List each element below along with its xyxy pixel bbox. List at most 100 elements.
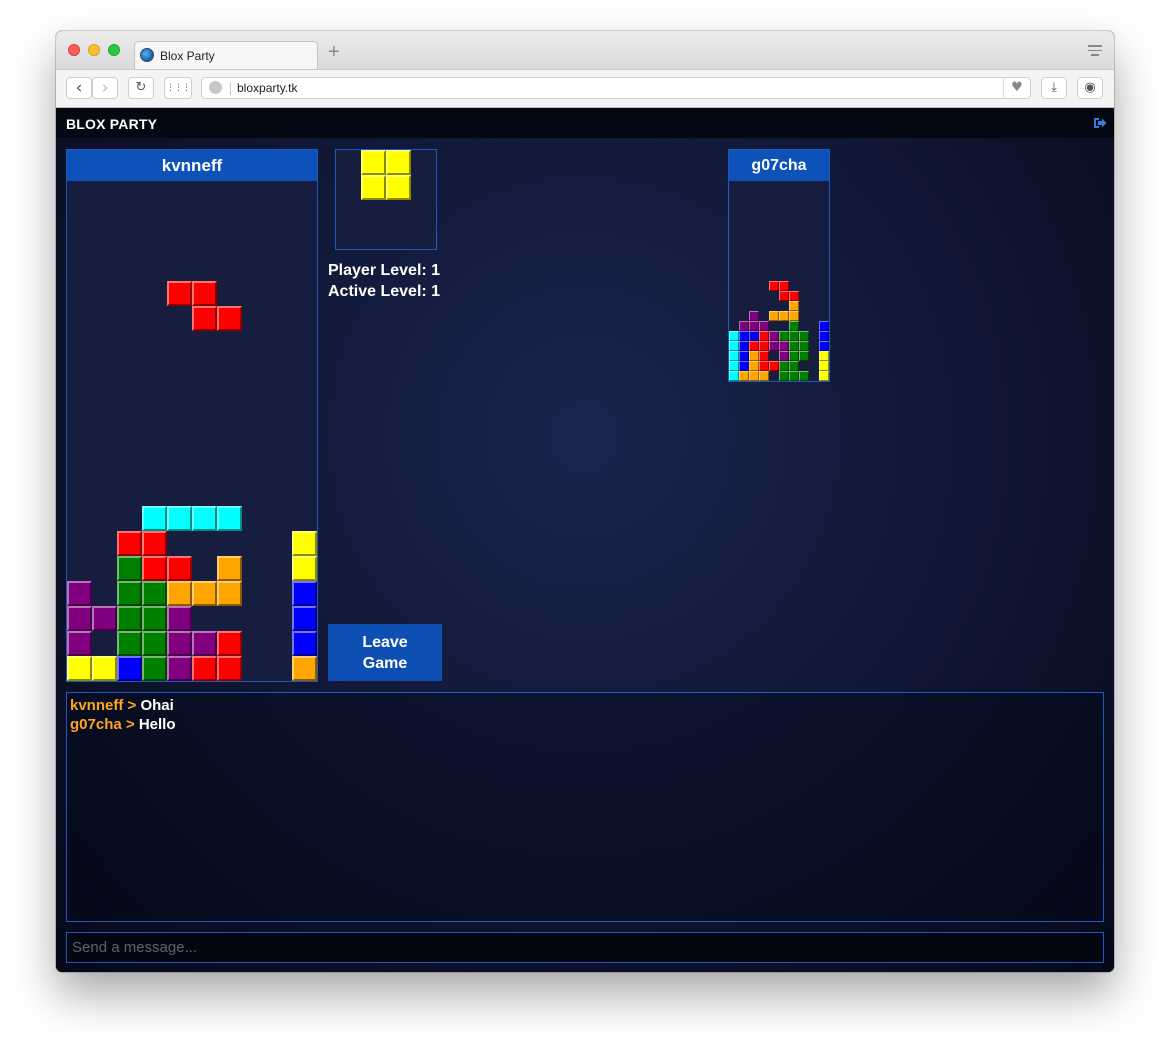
block-cell — [217, 631, 242, 656]
block-cell — [142, 506, 167, 531]
block-cell — [739, 341, 749, 351]
tab-blox-party[interactable]: Blox Party — [134, 41, 318, 70]
next-piece-preview — [335, 149, 437, 250]
block-cell — [217, 581, 242, 606]
back-button[interactable]: ‹ — [66, 77, 92, 99]
active-level: Active Level: 1 — [328, 283, 441, 300]
opponent-name: g07cha — [729, 150, 829, 181]
block-cell — [292, 656, 317, 681]
block-cell — [759, 361, 769, 371]
block-cell — [729, 371, 739, 381]
block-cell — [819, 371, 829, 381]
block-cell — [769, 361, 779, 371]
block-cell — [361, 175, 386, 200]
block-cell — [769, 281, 779, 291]
block-cell — [167, 631, 192, 656]
block-cell — [749, 361, 759, 371]
heart-icon[interactable]: ♥ — [1003, 78, 1030, 98]
block-cell — [759, 341, 769, 351]
block-cell — [292, 631, 317, 656]
close-window-button[interactable] — [68, 44, 80, 56]
block-cell — [789, 321, 799, 331]
block-cell — [799, 331, 809, 341]
block-cell — [759, 371, 769, 381]
chat-message: kvnneff > Ohai — [70, 697, 174, 714]
forward-button[interactable]: › — [92, 77, 118, 99]
block-cell — [819, 331, 829, 341]
address-bar[interactable]: bloxparty.tk ♥ — [201, 77, 1031, 99]
block-cell — [92, 606, 117, 631]
sign-out-icon[interactable] — [1093, 117, 1107, 129]
block-cell — [117, 656, 142, 681]
tab-menu-icon[interactable] — [1088, 45, 1102, 57]
block-cell — [819, 351, 829, 361]
globe-icon — [140, 48, 154, 62]
zoom-window-button[interactable] — [108, 44, 120, 56]
tab-title: Blox Party — [160, 49, 215, 63]
block-cell — [292, 556, 317, 581]
block-cell — [117, 556, 142, 581]
minimize-window-button[interactable] — [88, 44, 100, 56]
block-cell — [739, 321, 749, 331]
leave-line-2: Game — [362, 654, 408, 672]
block-cell — [739, 371, 749, 381]
block-cell — [729, 341, 739, 351]
block-cell — [779, 311, 789, 321]
block-cell — [789, 291, 799, 301]
block-cell — [769, 331, 779, 341]
block-cell — [819, 341, 829, 351]
chat-text: Hello — [138, 716, 176, 733]
chat-log: kvnneff > Ohai g07cha > Hello — [66, 692, 1104, 922]
block-cell — [142, 531, 167, 556]
block-cell — [749, 311, 759, 321]
block-cell — [192, 281, 217, 306]
profile-button[interactable]: ◉ — [1077, 77, 1103, 99]
block-cell — [192, 656, 217, 681]
block-cell — [819, 321, 829, 331]
block-cell — [217, 556, 242, 581]
block-cell — [749, 331, 759, 341]
block-cell — [799, 371, 809, 381]
block-cell — [67, 631, 92, 656]
block-cell — [739, 351, 749, 361]
chat-text: Ohai — [140, 697, 174, 714]
block-cell — [729, 361, 739, 371]
block-cell — [142, 631, 167, 656]
url-text: bloxparty.tk — [237, 81, 298, 95]
reload-button[interactable]: ↻ — [128, 77, 154, 99]
block-cell — [167, 581, 192, 606]
block-cell — [117, 531, 142, 556]
opponent-board: g07cha — [728, 149, 830, 382]
block-cell — [789, 361, 799, 371]
block-cell — [819, 361, 829, 371]
site-info-icon[interactable] — [209, 81, 222, 94]
top-sites-grid-button[interactable]: ⋮⋮⋮ — [164, 77, 192, 99]
block-cell — [192, 631, 217, 656]
block-cell — [292, 606, 317, 631]
browser-window: Blox Party + ‹ › ↻ ⋮⋮⋮ bloxparty.tk ♥ ⤓ … — [56, 31, 1114, 972]
download-button[interactable]: ⤓ — [1041, 77, 1067, 99]
block-cell — [292, 581, 317, 606]
new-tab-button[interactable]: + — [328, 42, 340, 62]
block-cell — [729, 331, 739, 341]
block-cell — [779, 341, 789, 351]
block-cell — [142, 656, 167, 681]
block-cell — [361, 150, 386, 175]
block-cell — [217, 656, 242, 681]
block-cell — [386, 175, 411, 200]
block-cell — [167, 606, 192, 631]
player-level: Player Level: 1 — [328, 262, 441, 279]
block-cell — [117, 606, 142, 631]
tab-bar: Blox Party + — [56, 31, 1114, 70]
leave-line-1: Leave — [362, 633, 408, 651]
block-cell — [779, 351, 789, 361]
block-cell — [192, 581, 217, 606]
block-cell — [749, 321, 759, 331]
chat-message-input[interactable] — [66, 932, 1104, 963]
block-cell — [142, 581, 167, 606]
player-board: kvnneff — [66, 149, 318, 682]
block-cell — [789, 301, 799, 311]
chat-message: g07cha > Hello — [70, 716, 176, 733]
leave-game-button[interactable]: Leave Game — [328, 624, 442, 681]
block-cell — [67, 581, 92, 606]
